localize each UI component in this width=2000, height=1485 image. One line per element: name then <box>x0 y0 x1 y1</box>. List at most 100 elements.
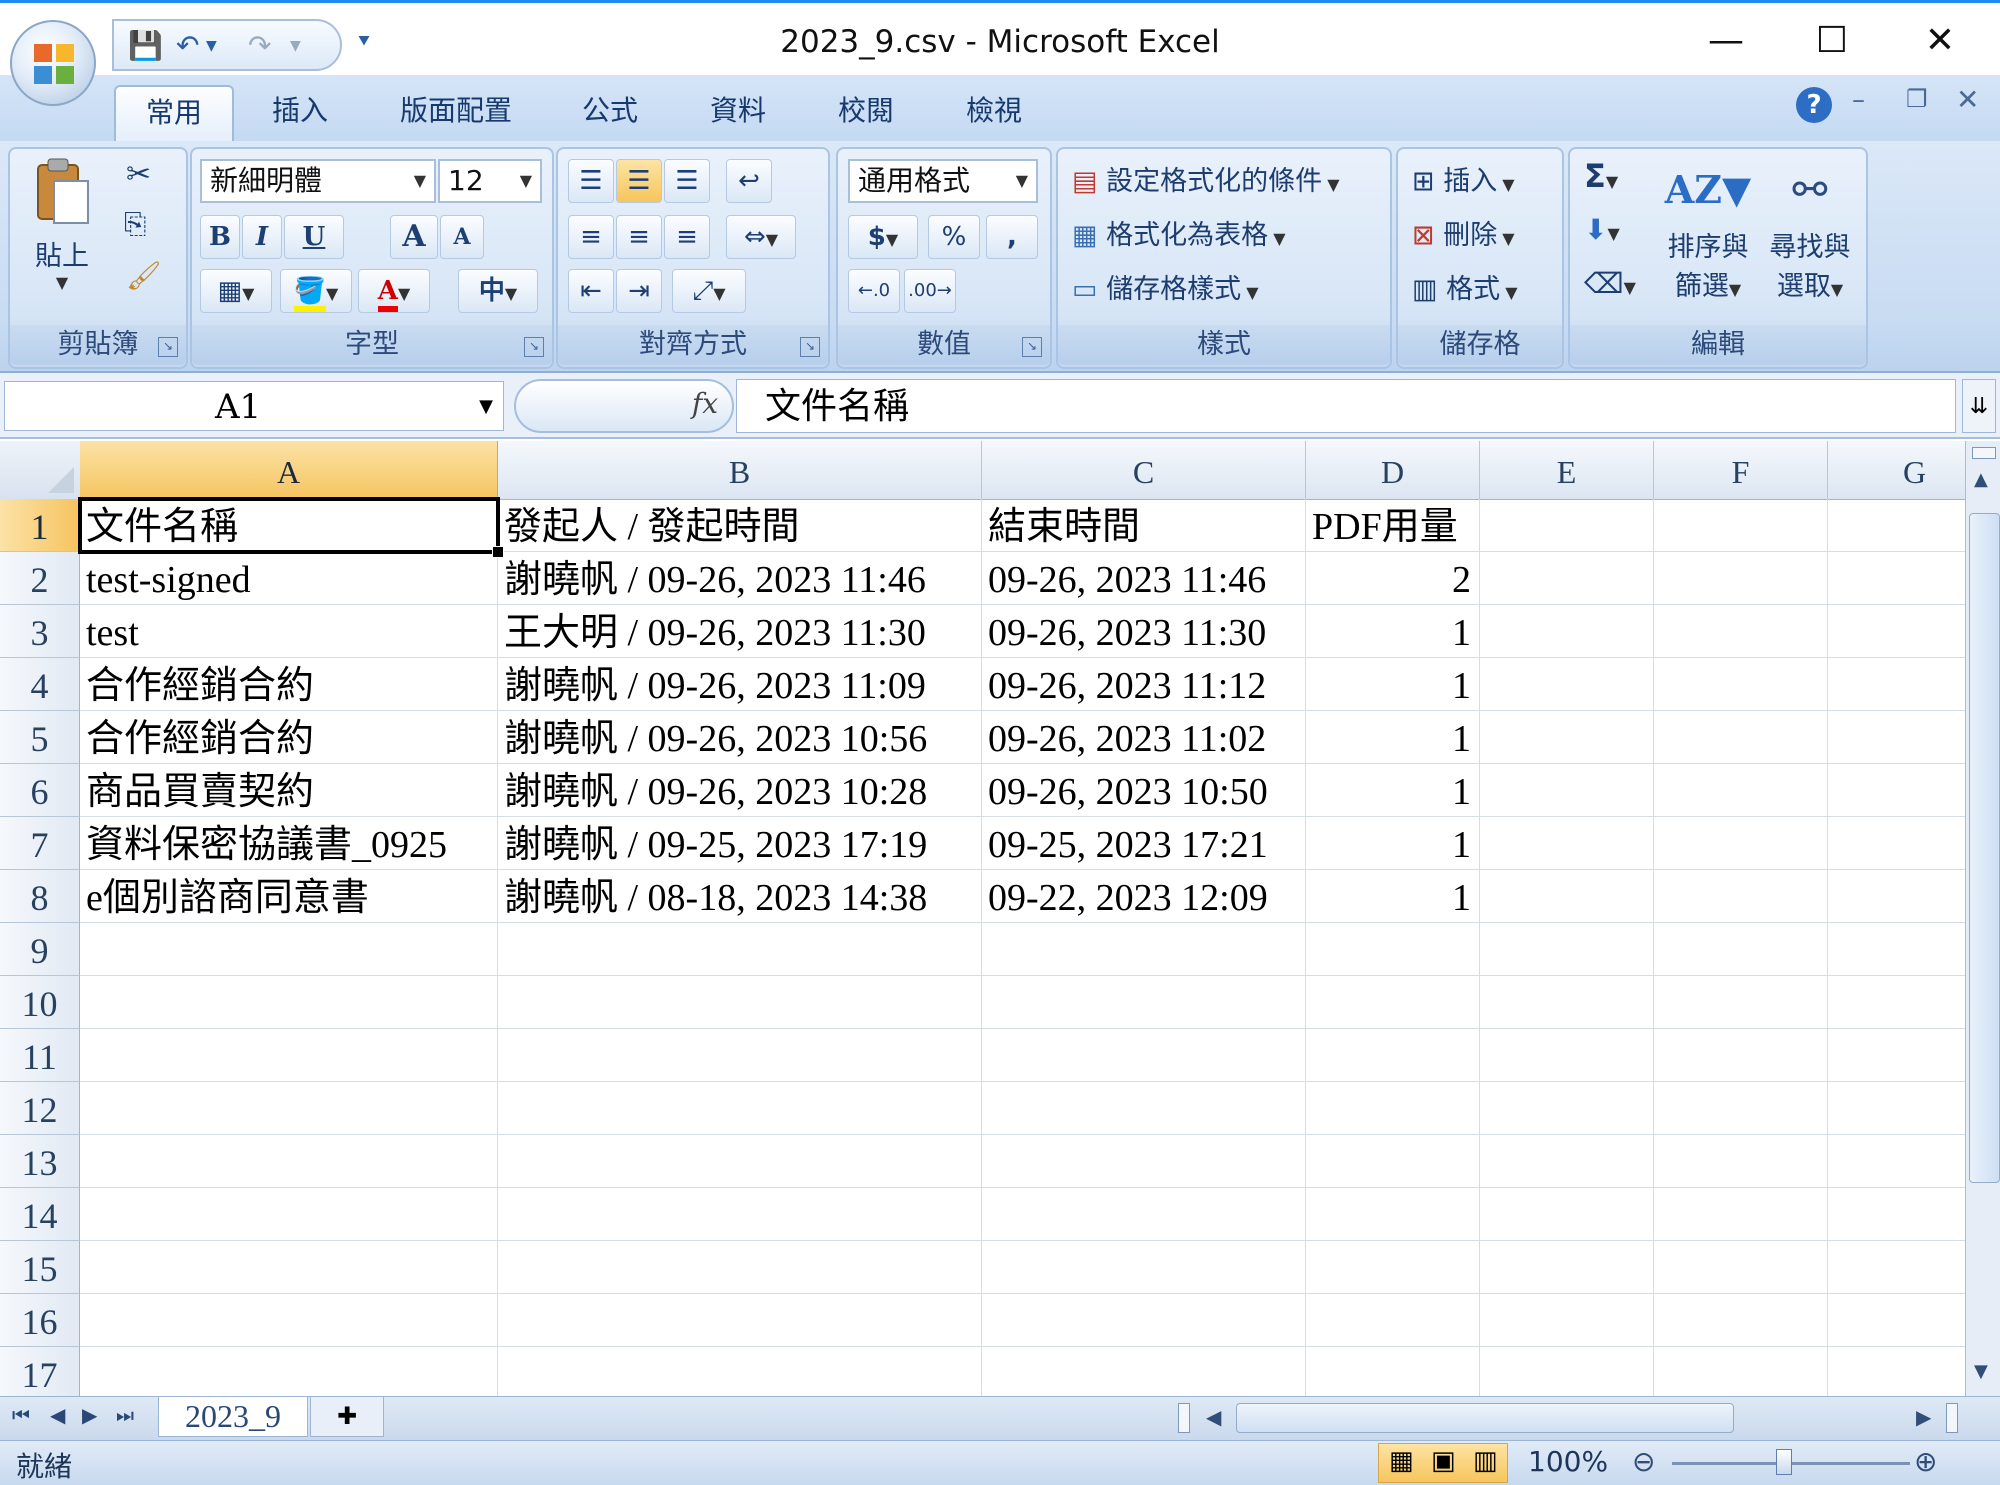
cell[interactable]: 1 <box>1306 658 1480 711</box>
align-top-icon[interactable]: ☰ <box>568 159 614 203</box>
cell[interactable] <box>1654 1029 1828 1082</box>
cell[interactable]: 09-26, 2023 10:50 <box>982 764 1306 817</box>
cell[interactable] <box>982 976 1306 1029</box>
cell[interactable] <box>1654 817 1828 870</box>
cell[interactable]: 09-26, 2023 11:12 <box>982 658 1306 711</box>
tab-view[interactable]: 檢視 <box>944 85 1044 141</box>
shrink-font-button[interactable]: A <box>440 215 484 259</box>
cell[interactable] <box>498 976 982 1029</box>
cell[interactable] <box>80 1082 498 1135</box>
cell[interactable] <box>1480 1082 1654 1135</box>
cell[interactable] <box>1828 499 1965 552</box>
align-right-icon[interactable]: ≡ <box>664 215 710 259</box>
align-middle-icon[interactable]: ☰ <box>616 159 662 203</box>
cell[interactable] <box>1654 499 1828 552</box>
tab-formulas[interactable]: 公式 <box>560 85 660 141</box>
ribbon-restore-icon[interactable]: ❐ <box>1906 85 1928 113</box>
split-box-icon[interactable] <box>1946 1403 1958 1433</box>
cell[interactable] <box>1306 1241 1480 1294</box>
cell[interactable] <box>80 1294 498 1347</box>
cell[interactable] <box>1828 1347 1965 1396</box>
align-bottom-icon[interactable]: ☰ <box>664 159 710 203</box>
cell[interactable]: test-signed <box>80 552 498 605</box>
cell[interactable] <box>1654 1294 1828 1347</box>
tab-review[interactable]: 校閱 <box>816 85 916 141</box>
split-box-icon[interactable] <box>1972 447 1996 459</box>
cell[interactable]: 2 <box>1306 552 1480 605</box>
cell[interactable] <box>1654 976 1828 1029</box>
cell[interactable] <box>1480 552 1654 605</box>
cell[interactable] <box>1306 1294 1480 1347</box>
cell[interactable] <box>1828 1188 1965 1241</box>
cell[interactable] <box>1654 658 1828 711</box>
cell[interactable]: 王大明 / 09-26, 2023 11:30 <box>498 605 982 658</box>
cell[interactable] <box>1828 711 1965 764</box>
cell[interactable] <box>498 1241 982 1294</box>
cell[interactable] <box>80 1135 498 1188</box>
column-header-a[interactable]: A <box>80 441 498 499</box>
cell[interactable] <box>1480 1188 1654 1241</box>
row-header[interactable]: 10 <box>0 976 80 1029</box>
cell[interactable]: 謝曉帆 / 09-26, 2023 10:56 <box>498 711 982 764</box>
last-sheet-icon[interactable]: ⏭ <box>116 1403 134 1427</box>
cell[interactable]: 合作經銷合約 <box>80 711 498 764</box>
autosum-button[interactable]: Σ▼ <box>1584 157 1618 195</box>
italic-button[interactable]: I <box>242 215 282 259</box>
number-format-select[interactable]: 通用格式 ▼ <box>848 159 1038 203</box>
sheet-tab[interactable]: 2023_9 <box>158 1397 308 1437</box>
cell[interactable] <box>1654 1188 1828 1241</box>
zoom-out-icon[interactable]: ⊖ <box>1632 1445 1655 1478</box>
tab-insert[interactable]: 插入 <box>250 85 350 141</box>
cell[interactable] <box>1654 1347 1828 1396</box>
cell[interactable]: 09-25, 2023 17:21 <box>982 817 1306 870</box>
cell[interactable]: 09-26, 2023 11:02 <box>982 711 1306 764</box>
cell[interactable] <box>1480 1294 1654 1347</box>
cell[interactable] <box>498 923 982 976</box>
chevron-down-icon[interactable]: ▼ <box>479 382 493 432</box>
cell[interactable] <box>80 923 498 976</box>
cell[interactable]: 資料保密協議書_0925 <box>80 817 498 870</box>
maximize-button[interactable]: ☐ <box>1792 11 1872 71</box>
cell-styles-button[interactable]: ▭ 儲存格樣式 ▼ <box>1072 267 1259 306</box>
cell[interactable] <box>982 1241 1306 1294</box>
row-header[interactable]: 12 <box>0 1082 80 1135</box>
cell[interactable] <box>1480 976 1654 1029</box>
cell[interactable]: 1 <box>1306 711 1480 764</box>
cell[interactable] <box>1654 711 1828 764</box>
cell[interactable] <box>1828 658 1965 711</box>
orientation-icon[interactable]: ⤢▼ <box>672 269 746 313</box>
cell[interactable]: 謝曉帆 / 08-18, 2023 14:38 <box>498 870 982 923</box>
cell[interactable] <box>498 1029 982 1082</box>
cell[interactable]: 1 <box>1306 817 1480 870</box>
cell[interactable] <box>1480 1029 1654 1082</box>
cell[interactable] <box>80 976 498 1029</box>
cell[interactable]: 謝曉帆 / 09-26, 2023 11:46 <box>498 552 982 605</box>
cell[interactable] <box>1480 870 1654 923</box>
cell[interactable]: 1 <box>1306 764 1480 817</box>
insert-cells-button[interactable]: ⊞ 插入 ▼ <box>1412 159 1515 198</box>
fill-handle[interactable] <box>492 546 504 558</box>
cell[interactable] <box>1654 1082 1828 1135</box>
dialog-launcher-icon[interactable]: ↘ <box>158 337 178 357</box>
cell[interactable] <box>1306 1029 1480 1082</box>
zoom-in-icon[interactable]: ⊕ <box>1914 1445 1937 1478</box>
cell[interactable] <box>982 1082 1306 1135</box>
undo-dropdown-icon[interactable]: ▼ <box>206 29 217 63</box>
font-size-select[interactable]: 12 ▼ <box>438 159 542 203</box>
insert-worksheet-icon[interactable]: ✚ <box>310 1397 384 1437</box>
select-all-button[interactable] <box>0 441 81 499</box>
cell[interactable]: 謝曉帆 / 09-26, 2023 11:09 <box>498 658 982 711</box>
cell[interactable]: 1 <box>1306 605 1480 658</box>
phonetic-button[interactable]: 中▼ <box>458 269 538 313</box>
cell[interactable] <box>1306 976 1480 1029</box>
formula-input[interactable]: 文件名稱 <box>736 379 1956 433</box>
cell[interactable] <box>1306 1188 1480 1241</box>
cell[interactable] <box>1306 1347 1480 1396</box>
cell[interactable] <box>1480 605 1654 658</box>
tab-split-handle[interactable] <box>1178 1403 1190 1433</box>
row-header[interactable]: 14 <box>0 1188 80 1241</box>
row-header[interactable]: 11 <box>0 1029 80 1082</box>
cell[interactable] <box>1828 1029 1965 1082</box>
column-header-b[interactable]: B <box>498 441 982 499</box>
cell[interactable] <box>1654 1135 1828 1188</box>
